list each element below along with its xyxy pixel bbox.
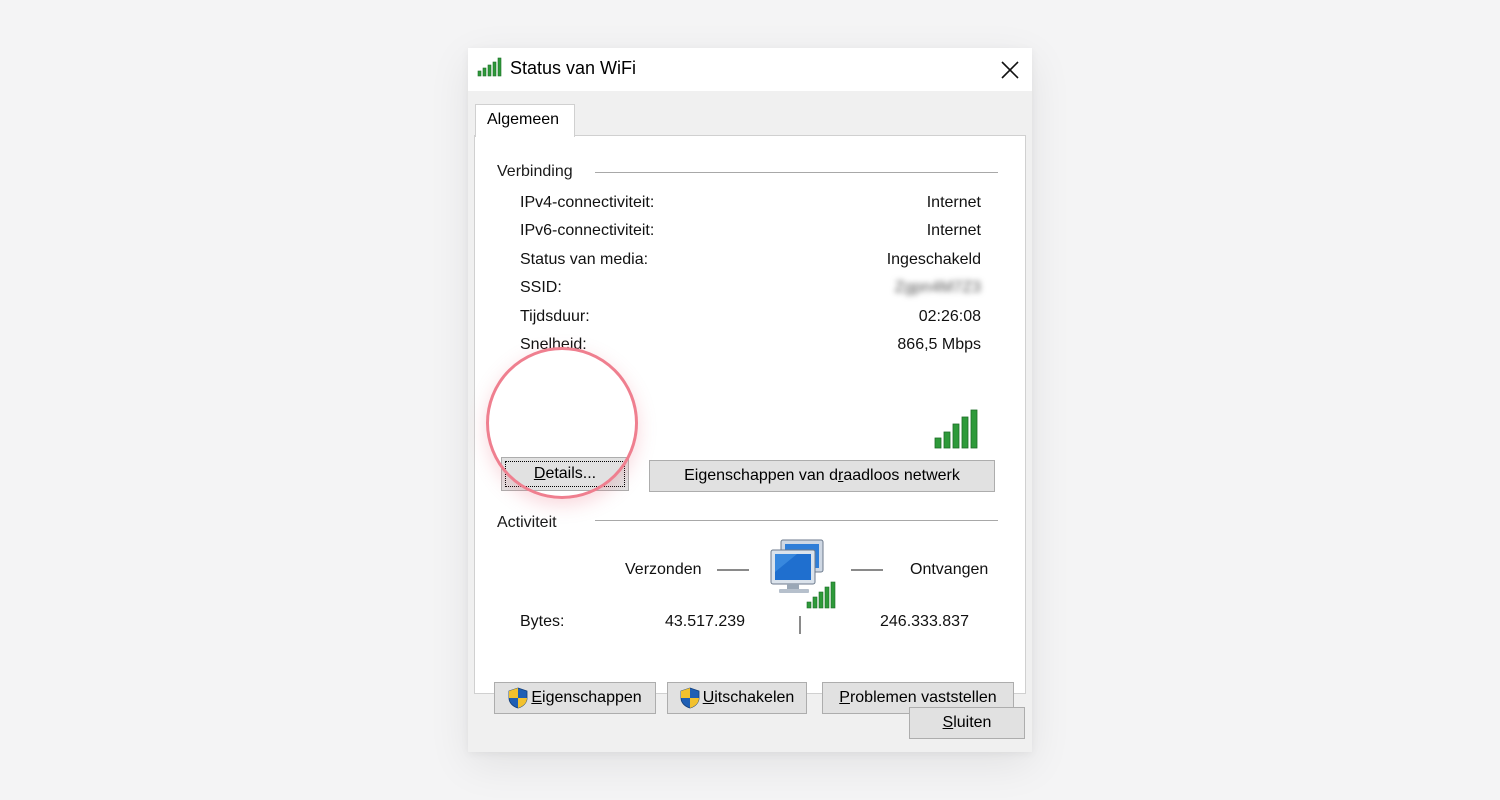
wifi-status-dialog: Status van WiFi Algemeen Verbinding IPv4…: [468, 48, 1032, 752]
ipv6-label: IPv6-connectiviteit:: [520, 222, 655, 239]
activity-separator: [799, 616, 801, 634]
bytes-received-value: 246.333.837: [880, 613, 969, 630]
uac-shield-icon: [680, 687, 700, 709]
window-title: Status van WiFi: [510, 58, 637, 78]
connection-divider: [595, 172, 998, 173]
ssid-value: Zgpn4M7Z3: [894, 279, 981, 296]
uac-shield-icon: [508, 687, 528, 709]
tab-label: Algemeen: [487, 111, 560, 128]
connection-heading: Verbinding: [497, 163, 573, 180]
title-bar: Status van WiFi: [468, 48, 1032, 91]
duration-label: Tijdsduur:: [520, 308, 590, 325]
details-button[interactable]: Details...: [501, 457, 629, 491]
sent-label: Verzonden: [625, 561, 702, 578]
focus-ring: [505, 461, 625, 487]
ssid-label: SSID:: [520, 279, 562, 296]
received-dash: [851, 569, 883, 571]
received-label: Ontvangen: [910, 561, 989, 578]
bytes-sent-value: 43.517.239: [665, 613, 746, 630]
media-status-label: Status van media:: [520, 251, 649, 268]
general-panel: Verbinding IPv4-connectiviteit: Internet…: [474, 135, 1026, 714]
tab-algemeen[interactable]: Algemeen: [475, 104, 575, 137]
sent-dash: [717, 569, 749, 571]
disable-button[interactable]: Uitschakelen: [667, 682, 807, 714]
wireless-properties-button[interactable]: Eigenschappen van d r aadloos netwerk: [649, 460, 995, 492]
activity-heading: Activiteit: [497, 514, 557, 531]
speed-value: 866,5 Mbps: [897, 336, 981, 353]
close-button[interactable]: [988, 48, 1032, 91]
close-icon: [1001, 60, 1019, 79]
activity-divider: [595, 520, 998, 521]
ipv4-value: Internet: [926, 194, 981, 211]
bytes-label: Bytes:: [520, 613, 565, 630]
wifi-signal-icon: [477, 57, 502, 77]
duration-value: 02:26:08: [918, 308, 981, 325]
ipv4-label: IPv4-connectiviteit:: [520, 194, 655, 211]
network-computers-icon: [770, 539, 836, 609]
properties-button[interactable]: Eigenschappen: [494, 682, 656, 714]
speed-label: Snelheid:: [520, 336, 587, 353]
close-dialog-button[interactable]: Sluiten: [909, 707, 1025, 739]
signal-strength-icon: [934, 409, 978, 449]
media-status-value: Ingeschakeld: [886, 251, 981, 268]
ipv6-value: Internet: [926, 222, 981, 239]
